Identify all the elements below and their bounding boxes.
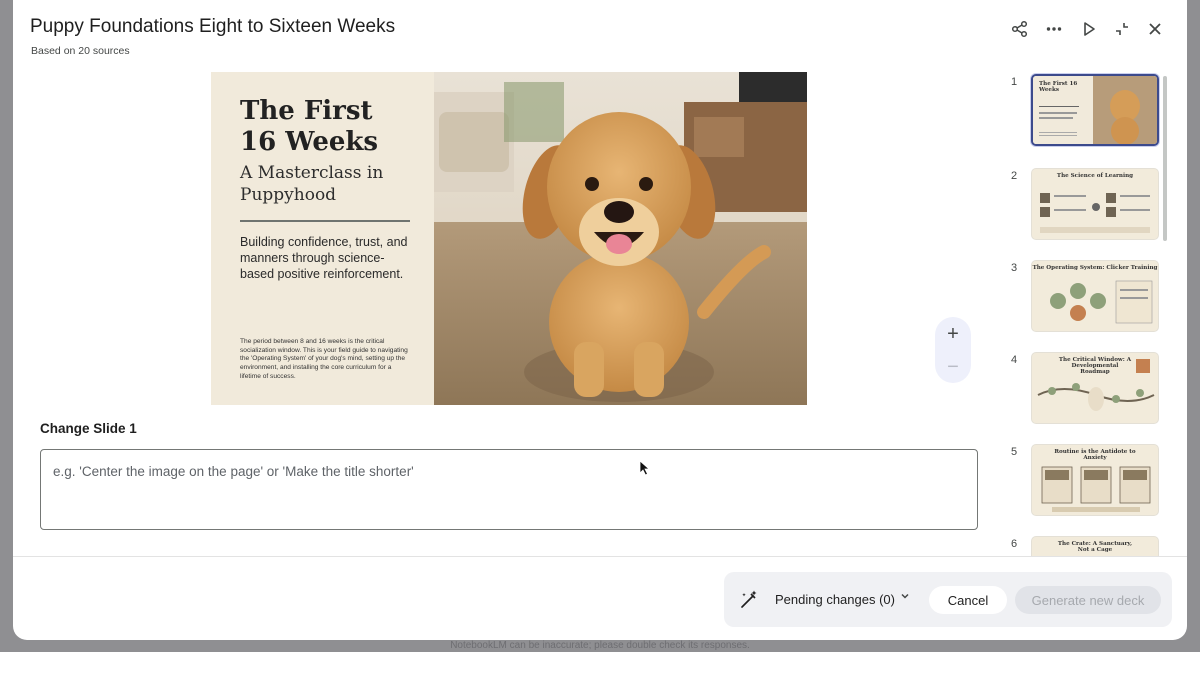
thumbnail-row[interactable]: 2 The Science of Learning [1003,164,1173,244]
close-icon[interactable] [1143,17,1167,41]
thumbnail-title: The Science of Learning [1056,173,1134,179]
thumbnail-number: 5 [1011,446,1018,458]
magic-pen-icon [738,589,760,611]
more-icon[interactable] [1042,17,1066,41]
sources-count: Based on 20 sources [31,45,130,57]
slide-thumbnail[interactable]: The Crate: A Sanctuary, Not a Cage [1031,536,1159,556]
slide-divider [240,220,410,222]
cancel-button[interactable]: Cancel [929,586,1007,614]
thumbnail-title: Routine is the Antidote to Anxiety [1054,449,1136,461]
chevron-down-icon[interactable] [899,590,911,605]
slide-preview: The First 16 Weeks A Masterclass in Pupp… [211,72,807,405]
slide-subtitle-line: Puppyhood [240,185,337,205]
slide-subtitle-line: A Masterclass in [240,163,384,183]
slide-thumbnail[interactable]: Routine is the Antidote to Anxiety [1031,444,1159,516]
zoom-out-button[interactable]: − [947,357,959,377]
thumbnail-title: The Critical Window: A Developmental Roa… [1058,357,1132,375]
thumbnail-scrollbar[interactable] [1163,76,1167,241]
thumbnail-number: 4 [1011,354,1018,366]
page-background [0,652,1200,675]
change-slide-input[interactable] [40,449,978,530]
slide-title-line: The First [240,96,373,126]
play-icon[interactable] [1077,17,1101,41]
thumbnail-row[interactable]: 5 Routine is the Antidote to Anxiety [1003,440,1173,520]
change-slide-label: Change Slide 1 [40,421,137,436]
slide-title-line: 16 Weeks [240,127,379,157]
thumbnail-title: The Crate: A Sanctuary, Not a Cage [1057,541,1133,553]
slide-editor-dialog: Puppy Foundations Eight to Sixteen Weeks… [13,0,1187,640]
thumbnail-number: 3 [1011,262,1018,274]
collapse-icon[interactable] [1110,17,1134,41]
thumbnail-row[interactable]: 4 The Critical Window: A Developmental R… [1003,348,1173,428]
slide-thumbnail-list: 1 The First 16 Weeks 2 The Science of Le… [1003,70,1173,556]
zoom-controls: + − [935,317,971,383]
zoom-in-button[interactable]: + [947,324,959,344]
thumbnail-number: 1 [1011,76,1018,88]
thumbnail-title: The First 16 Weeks [1039,81,1078,93]
generate-new-deck-button[interactable]: Generate new deck [1015,586,1161,614]
thumbnail-title: The Operating System: Clicker Training [1032,265,1158,271]
slide-thumbnail[interactable]: The Critical Window: A Developmental Roa… [1031,352,1159,424]
disclaimer-text: NotebookLM can be inaccurate; please dou… [450,640,750,651]
footer-divider [13,556,1187,557]
thumbnail-row[interactable]: 6 The Crate: A Sanctuary, Not a Cage [1003,532,1173,556]
slide-small-text: The period between 8 and 16 weeks is the… [240,338,408,380]
slide-thumbnail[interactable]: The Operating System: Clicker Training [1031,260,1159,332]
thumbnail-number: 6 [1011,538,1018,550]
footer-action-bar: Pending changes (0) Cancel Generate new … [724,572,1172,627]
share-icon[interactable] [1008,17,1032,41]
thumbnail-row[interactable]: 3 The Operating System: Clicker Training [1003,256,1173,336]
slide-thumbnail[interactable]: The First 16 Weeks [1031,74,1159,146]
pending-changes-label[interactable]: Pending changes (0) [775,592,895,607]
dialog-title: Puppy Foundations Eight to Sixteen Weeks [30,16,396,37]
slide-body: Building confidence, trust, and manners … [240,235,408,281]
puppy-photo [434,72,807,405]
slide-subtitle: A Masterclass in Puppyhood [240,162,434,206]
thumbnail-number: 2 [1011,170,1018,182]
slide-thumbnail[interactable]: The Science of Learning [1031,168,1159,240]
mouse-cursor-icon [639,460,651,481]
slide-title: The First 16 Weeks [240,96,434,158]
thumbnail-row[interactable]: 1 The First 16 Weeks [1003,70,1173,150]
